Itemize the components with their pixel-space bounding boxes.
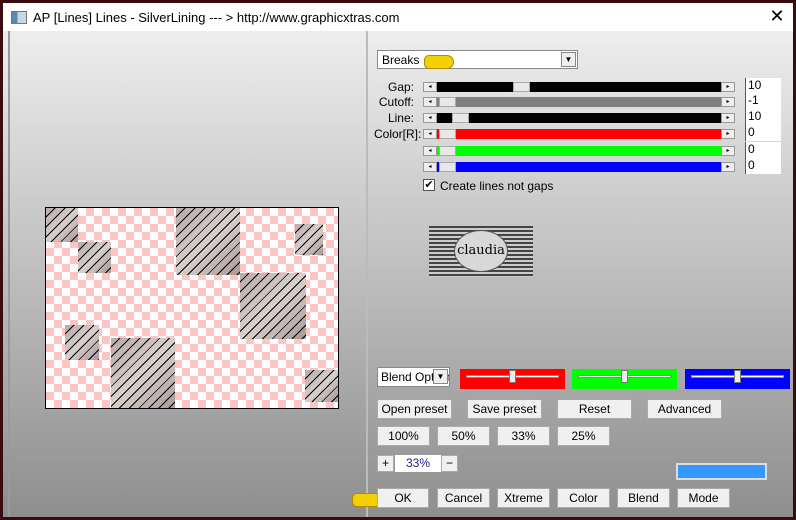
- zoom-value: 33%: [395, 455, 441, 472]
- zoom-33-button[interactable]: 33%: [497, 426, 550, 446]
- reset-button[interactable]: Reset: [557, 399, 632, 419]
- claudia-logo: claudia: [429, 226, 533, 277]
- preview-square: [240, 273, 306, 339]
- arrow-right-icon[interactable]: ▸: [721, 113, 735, 123]
- slider-thumb[interactable]: [439, 97, 456, 107]
- slider-track[interactable]: [437, 129, 721, 139]
- zoom-in-button[interactable]: +: [377, 455, 394, 472]
- slider-thumb[interactable]: [513, 82, 531, 92]
- zoom-25-button[interactable]: 25%: [557, 426, 610, 446]
- slider-thumb[interactable]: [439, 129, 456, 139]
- preview-image[interactable]: [45, 207, 339, 409]
- blend-button[interactable]: Blend: [617, 488, 670, 508]
- preview-square: [65, 325, 99, 360]
- arrow-right-icon[interactable]: ▸: [721, 146, 735, 156]
- arrow-left-icon[interactable]: ◂: [423, 146, 437, 156]
- preset-value: Breaks: [382, 53, 420, 67]
- zoom-100-button[interactable]: 100%: [377, 426, 430, 446]
- slider-label: Gap:: [387, 80, 414, 94]
- slider-value[interactable]: 0: [745, 125, 781, 141]
- arrow-left-icon[interactable]: ◂: [423, 162, 437, 172]
- color-blend-slider[interactable]: [572, 369, 677, 389]
- save-preset-button[interactable]: Save preset: [467, 399, 542, 419]
- preview-square: [111, 338, 175, 408]
- preview-square: [78, 242, 111, 273]
- slider-thumb[interactable]: [621, 370, 628, 383]
- blend-options-dropdown[interactable]: Blend Options ▼: [377, 367, 450, 387]
- close-button[interactable]: ✕: [767, 6, 787, 26]
- arrow-right-icon[interactable]: ▸: [721, 97, 735, 107]
- slider-thumb[interactable]: [439, 162, 456, 172]
- color-swatch[interactable]: [676, 463, 767, 480]
- color-button[interactable]: Color: [557, 488, 610, 508]
- slider[interactable]: ◂ ▸: [423, 113, 735, 123]
- arrow-left-icon[interactable]: ◂: [423, 129, 437, 139]
- slider-thumb[interactable]: [734, 370, 741, 383]
- advanced-button[interactable]: Advanced: [647, 399, 722, 419]
- title-bar: AP [Lines] Lines - SilverLining --- > ht…: [3, 3, 793, 31]
- arrow-right-icon[interactable]: ▸: [721, 129, 735, 139]
- color-blend-slider[interactable]: [460, 369, 565, 389]
- preview-square: [176, 208, 240, 275]
- window-title: AP [Lines] Lines - SilverLining --- > ht…: [33, 10, 400, 25]
- zoom-50-button[interactable]: 50%: [437, 426, 490, 446]
- slider[interactable]: ◂ ▸: [423, 146, 735, 156]
- slider-value[interactable]: 10: [745, 78, 781, 94]
- arrow-right-icon[interactable]: ▸: [721, 82, 735, 92]
- slider-label: Line:: [387, 111, 414, 125]
- zoom-out-button[interactable]: −: [441, 455, 458, 472]
- arrow-left-icon[interactable]: ◂: [423, 113, 437, 123]
- slider-thumb[interactable]: [439, 146, 456, 156]
- preview-square: [46, 208, 78, 242]
- pointing-hand-icon: [424, 55, 454, 69]
- preview-square: [295, 224, 323, 255]
- slider-track[interactable]: [437, 146, 721, 156]
- slider[interactable]: ◂ ▸: [423, 162, 735, 172]
- logo-text: claudia: [454, 230, 508, 272]
- arrow-right-icon[interactable]: ▸: [721, 162, 735, 172]
- slider-value[interactable]: 10: [745, 109, 781, 125]
- slider-thumb[interactable]: [509, 370, 516, 383]
- arrow-left-icon[interactable]: ◂: [423, 82, 437, 92]
- xtreme-button[interactable]: Xtreme: [497, 488, 550, 508]
- slider-value[interactable]: 0: [745, 142, 781, 158]
- slider-thumb[interactable]: [452, 113, 470, 123]
- chevron-down-icon[interactable]: ▼: [433, 369, 448, 384]
- ok-button[interactable]: OK: [377, 488, 429, 508]
- slider[interactable]: ◂ ▸: [423, 129, 735, 139]
- slider-label: Cutoff:: [378, 95, 414, 109]
- slider[interactable]: ◂ ▸: [423, 82, 735, 92]
- mode-button[interactable]: Mode: [677, 488, 730, 508]
- create-lines-checkbox[interactable]: ✔: [423, 179, 435, 191]
- app-icon: [11, 11, 27, 24]
- preset-dropdown[interactable]: Breaks ▼: [377, 50, 578, 69]
- color-blend-slider[interactable]: [685, 369, 790, 389]
- create-lines-label: Create lines not gaps: [440, 179, 554, 193]
- preview-square: [305, 370, 338, 402]
- slider-label: Color[R]:: [374, 127, 422, 141]
- slider-value[interactable]: 0: [745, 158, 781, 174]
- chevron-down-icon[interactable]: ▼: [561, 52, 576, 67]
- preview-pane: [8, 31, 368, 517]
- slider[interactable]: ◂ ▸: [423, 97, 735, 107]
- slider-track[interactable]: [437, 162, 721, 172]
- cancel-button[interactable]: Cancel: [437, 488, 490, 508]
- slider-track[interactable]: [437, 82, 721, 92]
- open-preset-button[interactable]: Open preset: [377, 399, 452, 419]
- slider-track[interactable]: [437, 97, 721, 107]
- slider-track[interactable]: [437, 113, 721, 123]
- arrow-left-icon[interactable]: ◂: [423, 97, 437, 107]
- slider-value[interactable]: -1: [745, 93, 781, 109]
